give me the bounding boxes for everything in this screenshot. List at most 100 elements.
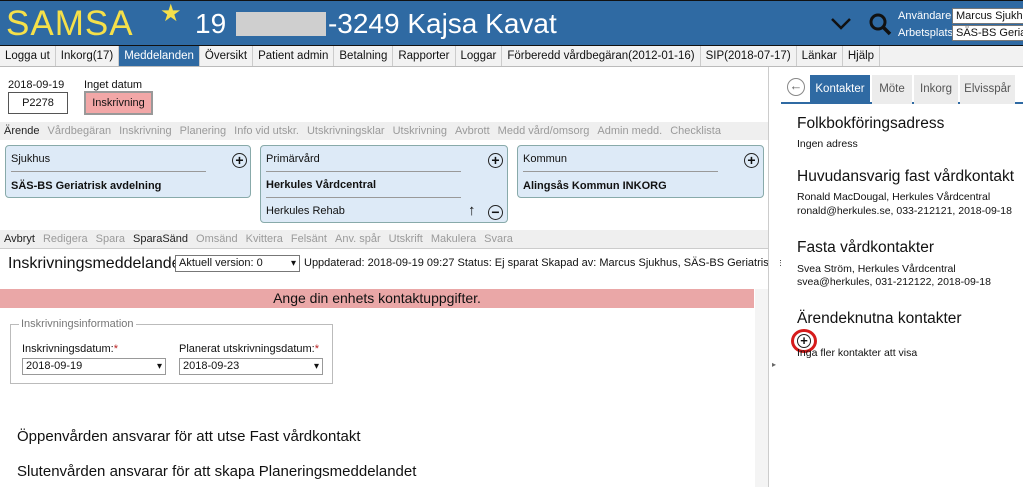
tab-elvisspar[interactable]: Elvisspår [960,75,1015,104]
divider [266,171,461,172]
discharge-date-select[interactable]: 2018-09-23 [179,358,323,375]
admission-date-select[interactable]: 2018-09-19 [22,358,166,375]
divider [523,171,718,172]
info-text-1: Öppenvården ansvarar för att utse Fast v… [17,428,361,445]
info-text-2: Slutenvården ansvarar för att skapa Plan… [17,463,417,480]
button-vardbegaran: Vårdbegäran [47,125,112,137]
scrollbar[interactable] [755,289,768,487]
button-planering: Planering [179,125,227,137]
card-unit: Alingsås Kommun INKORG [523,180,667,192]
button-kvittera: Kvittera [245,233,283,245]
case-date: 2018-09-19 [8,79,65,91]
add-contact-icon[interactable]: + [797,334,811,348]
section-line: Ingen adress [797,138,858,150]
tab-inkorg[interactable]: Inkorg [914,75,958,104]
workplace-label: Arbetsplats: [898,27,957,39]
version-select[interactable]: Aktuell version: 0 [175,255,300,272]
card-unit: SÄS-BS Geriatrisk avdelning [11,180,162,192]
patient-prefix: 19 [195,8,227,39]
add-icon[interactable]: + [488,153,503,168]
button-avbryt[interactable]: Avbryt [0,230,39,248]
divider [266,197,461,198]
menu-item-logga-ut[interactable]: Logga ut [0,46,56,66]
menu-item-rapporter[interactable]: Rapporter [393,46,456,66]
redacted-block [235,12,326,36]
star-icon[interactable]: ★ [160,2,182,26]
button-anv-spar: Anv. spår [334,233,381,245]
section-title: Fasta vårdkontakter [797,239,934,256]
menu-item-sip-2018-07-17[interactable]: SIP(2018-07-17) [701,46,797,66]
user-label: Användare: [898,10,955,22]
discharge-date-label: Planerat utskrivningsdatum:* [179,343,320,355]
app-header: SAMSA ★ 19 -3249 Kajsa Kavat Användare: … [0,0,1023,46]
section-line: Ronald MacDougal, Herkules Vårdcentral [797,191,991,203]
tab-kontakter[interactable]: Kontakter [810,75,870,104]
card-kommun[interactable]: Kommun + Alingsås Kommun INKORG [517,145,764,198]
right-tabs: ← Kontakter Möte Inkorg Elvisspår [781,72,1023,104]
button-omsand: Omsänd [196,233,238,245]
case-toolbar: Ärende Vårdbegäran Inskrivning Planering Inf… [0,122,768,140]
admission-date-label: Inskrivningsdatum:* [22,343,118,355]
menu-item-hjalp[interactable]: Hjälp [843,46,881,66]
chevron-right-icon[interactable]: ▸ [772,360,776,369]
case-status-box[interactable]: Inskrivning [84,91,153,115]
button-inskrivning: Inskrivning [119,125,172,137]
card-extra-unit: Herkules Rehab [266,205,345,217]
button-utskrivning: Utskrivning [392,125,448,137]
add-icon[interactable]: + [744,153,759,168]
button-arende[interactable]: Ärende [0,122,43,140]
section-title: Folkbokföringsadress [797,115,945,132]
patient-suffix: -3249 Kajsa Kavat [327,8,557,39]
section-title: Ärendeknutna kontakter [797,310,962,327]
admission-fieldset: Inskrivningsinformation Inskrivningsdatu… [10,318,333,384]
card-title: Sjukhus [11,153,51,165]
arrow-up-icon[interactable]: ↑ [468,203,476,218]
button-admin-medd: Admin medd. [597,125,663,137]
button-svara: Svara [484,233,513,245]
button-utskrift: Utskrift [388,233,423,245]
tab-mote[interactable]: Möte [872,75,912,104]
menu-item-patient-admin[interactable]: Patient admin [253,46,335,66]
section-line: svea@herkules, 031-212122, 2018-09-18 [797,276,991,288]
remove-icon[interactable]: − [488,205,503,220]
button-felsant: Felsänt [290,233,327,245]
message-toolbar: Avbryt Redigera Spara SparaSänd Omsänd Kvitte… [0,230,768,248]
menu-item-oversikt[interactable]: Översikt [200,46,254,66]
panel-splitter[interactable]: ▸ [768,67,780,487]
menu-item-forberedd-vardbegaran-2012-01-16[interactable]: Förberedd vårdbegäran(2012-01-16) [502,46,701,66]
button-medd-vard-omsorg: Medd vård/omsorg [497,125,590,137]
alert-banner: Ange din enhets kontaktuppgifter. [0,289,754,308]
button-utskrivningsklar: Utskrivningsklar [306,125,385,137]
user-select[interactable]: Marcus Sjukhus [952,8,1023,24]
add-icon[interactable]: + [232,153,247,168]
back-arrow-icon[interactable]: ← [787,78,805,96]
section-line: Inga fler kontakter att visa [797,347,918,359]
case-id-box[interactable]: P2278 [8,92,68,114]
section-line: Svea Ström, Herkules Vårdcentral [797,263,956,275]
card-sjukhus[interactable]: Sjukhus + SÄS-BS Geriatrisk avdelning [5,145,251,198]
card-title: Kommun [523,153,568,165]
menu-item-loggar[interactable]: Loggar [456,46,503,66]
workplace-select[interactable]: SÄS-BS Geriatrisk avdelning [952,25,1023,41]
button-sparasand[interactable]: SparaSänd [129,230,192,248]
menu-item-meddelanden[interactable]: Meddelanden [119,46,200,66]
menu-item-inkorg-17[interactable]: Inkorg(17) [56,46,120,66]
card-unit: Herkules Vårdcentral [266,179,377,191]
menu-item-betalning[interactable]: Betalning [334,46,394,66]
button-redigera: Redigera [42,233,88,245]
divider [11,171,206,172]
chevron-down-icon[interactable] [830,15,852,31]
message-meta: Uppdaterad: 2018-09-19 09:27 Status: Ej … [304,257,825,269]
main-panel: 2018-09-19 Inget datum P2278 Inskrivning… [0,67,824,487]
button-spara: Spara [95,233,125,245]
patient-title: 19 -3249 Kajsa Kavat [195,7,557,41]
app-logo: SAMSA [6,4,134,43]
card-primarvard[interactable]: Primärvård + Herkules Vårdcentral Herkul… [260,145,508,223]
button-makulera: Makulera [430,233,477,245]
fieldset-legend: Inskrivningsinformation [19,318,136,330]
card-title: Primärvård [266,153,320,165]
contacts-panel: ← Kontakter Möte Inkorg Elvisspår Folkbo… [781,67,1023,487]
search-icon[interactable] [868,12,892,36]
menu-item-lankar[interactable]: Länkar [797,46,843,66]
case-no-date: Inget datum [84,79,143,91]
